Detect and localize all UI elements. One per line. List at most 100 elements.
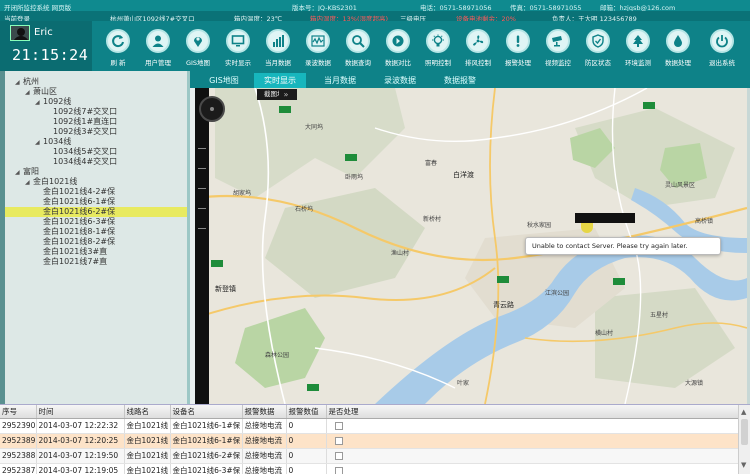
table-row[interactable]: 2952388 2014-03-07 12:19:50 金白1021线 金白10…: [0, 448, 739, 464]
place-label: 江滨公园: [545, 290, 570, 297]
video-monitoring-button[interactable]: 视频监控: [538, 23, 578, 69]
tab-gis-map[interactable]: GIS地图: [198, 73, 250, 88]
user-management-button[interactable]: 用户管理: [138, 23, 178, 69]
tree-item-label: 1092线1#直连口: [53, 117, 118, 126]
tree-item-label: 萧山区: [33, 87, 57, 96]
col-alarm-data[interactable]: 报警数据: [242, 405, 287, 419]
tree-item[interactable]: 金白1021线4-2#保: [5, 187, 187, 197]
ventilation-control-button[interactable]: 排风控制: [458, 23, 498, 69]
col-time[interactable]: 时间: [36, 405, 125, 419]
alarm-table: 序号 时间 线路名 设备名 报警数据 报警数值 是否处理 2952390 201…: [0, 404, 750, 474]
shield-icon: [586, 29, 610, 53]
tree-item[interactable]: 金白1021线6-1#保: [5, 197, 187, 207]
place-label: 石桥坞: [295, 206, 314, 213]
alarm-handling-button[interactable]: 报警处理: [498, 23, 538, 69]
map-pan-control[interactable]: [199, 96, 225, 122]
table-scrollbar[interactable]: ▲ ▼: [738, 405, 750, 474]
place-label: 五星村: [650, 312, 669, 319]
tree-item-label: 金白1021线8-1#保: [43, 227, 116, 236]
tree-item-label: 1034线: [43, 137, 72, 146]
handled-checkbox[interactable]: [334, 437, 343, 445]
table-header: 序号 时间 线路名 设备名 报警数据 报警数值 是否处理: [0, 405, 739, 419]
tree-item[interactable]: ◢ 1034线: [5, 137, 187, 147]
handled-checkbox[interactable]: [334, 452, 343, 460]
data-query-button[interactable]: 数据查询: [338, 23, 378, 69]
tree-item[interactable]: ◢ 金白1021线: [5, 177, 187, 187]
bar-chart-icon: [266, 29, 290, 53]
tree-item-label: 1034线4#交叉口: [53, 157, 118, 166]
data-compare-button[interactable]: 数据对比: [378, 23, 418, 69]
tree-item[interactable]: 1092线7#交叉口: [5, 107, 187, 117]
zone-status-button[interactable]: 防区状态: [578, 23, 618, 69]
table-row[interactable]: 2952390 2014-03-07 12:22:32 金白1021线 金白10…: [0, 418, 739, 434]
table-row[interactable]: 2952387 2014-03-07 12:19:05 金白1021线 金白10…: [0, 463, 739, 474]
tree-item[interactable]: 1092线1#直连口: [5, 117, 187, 127]
col-line[interactable]: 线路名: [124, 405, 171, 419]
place-label: 渔山村: [391, 250, 410, 257]
map-expand-icon[interactable]: »: [279, 89, 293, 100]
camera-icon: [546, 29, 570, 53]
tab-alarms[interactable]: 数据报警: [434, 73, 486, 88]
tree-item[interactable]: ◢ 萧山区: [5, 87, 187, 97]
tree-item[interactable]: 金白1021线6-3#保: [5, 217, 187, 227]
tree-item[interactable]: ◢ 富阳: [5, 167, 187, 177]
device-tree[interactable]: ◢ 杭州 ◢ 萧山区 ◢ 1092线 1092线7#交叉口 1092线1#直连口 1092线3#…: [0, 71, 190, 404]
tree-item-label: 金白1021线4-2#保: [43, 187, 116, 196]
tree-item[interactable]: 金白1021线6-2#保: [5, 207, 187, 217]
environment-monitoring-button[interactable]: 环境监测: [618, 23, 658, 69]
tree-item-label: 富阳: [23, 167, 39, 176]
monthly-data-button[interactable]: 当月数据: [258, 23, 298, 69]
tree-item-label: 杭州: [23, 77, 39, 86]
username: Eric: [34, 27, 53, 38]
tree-item[interactable]: 金白1021线8-2#保: [5, 237, 187, 247]
data-processing-button[interactable]: 数据处理: [658, 23, 698, 69]
tree-item-label: 1092线: [43, 97, 72, 106]
tree-rows: ◢ 杭州 ◢ 萧山区 ◢ 1092线 1092线7#交叉口 1092线1#直连口 1092线3#…: [5, 77, 187, 267]
refresh-icon: [106, 29, 130, 53]
tree-item[interactable]: 1092线3#交叉口: [5, 127, 187, 137]
map-view[interactable]: 截图地图 » 白洋渡 青云路 大同坞 石桥坞 卧雨坞 胡家坞 新桥村 渔山村 秋…: [195, 88, 747, 404]
device-marker[interactable]: [575, 213, 635, 233]
tree-item-label: 金白1021线3#直: [43, 247, 108, 256]
tree-item-label: 金白1021线8-2#保: [43, 237, 116, 246]
lighting-control-button[interactable]: 照明控制: [418, 23, 458, 69]
col-id[interactable]: 序号: [0, 405, 37, 419]
place-label: 白洋渡: [453, 171, 474, 179]
clock: 21:15:24: [12, 46, 89, 64]
place-label: 秋水家园: [527, 222, 552, 229]
droplet-icon: [666, 29, 690, 53]
waveform-data-button[interactable]: 录波数据: [298, 23, 338, 69]
main-toolbar: 刷 新 用户管理 GIS地图 实时显示 当月数据 录波数据 数据查询 数据对比 …: [92, 21, 750, 71]
tree-item-label: 1034线5#交叉口: [53, 147, 118, 156]
table-row[interactable]: 2952389 2014-03-07 12:20:25 金白1021线 金白10…: [0, 433, 739, 449]
waveform-icon: [306, 29, 330, 53]
scroll-up-icon[interactable]: ▲: [741, 408, 746, 416]
tree-item[interactable]: ◢ 1092线: [5, 97, 187, 107]
tree-item[interactable]: ◢ 杭州: [5, 77, 187, 87]
col-device[interactable]: 设备名: [170, 405, 243, 419]
user-icon: [146, 29, 170, 53]
tree-item[interactable]: 金白1021线3#直: [5, 247, 187, 257]
tree-item[interactable]: 金白1021线7#直: [5, 257, 187, 267]
realtime-display-button[interactable]: 实时显示: [218, 23, 258, 69]
place-label: 卧雨坞: [345, 174, 364, 181]
tab-monthly[interactable]: 当月数据: [314, 73, 366, 88]
tree-item[interactable]: 1034线4#交叉口: [5, 157, 187, 167]
refresh-button[interactable]: 刷 新: [98, 23, 138, 69]
col-alarm-value[interactable]: 报警数值: [286, 405, 327, 419]
col-handled[interactable]: 是否处理: [326, 405, 739, 419]
compare-icon: [386, 29, 410, 53]
tree-item[interactable]: 1034线5#交叉口: [5, 147, 187, 157]
gis-map-button[interactable]: GIS地图: [178, 23, 218, 69]
tree-item[interactable]: 金白1021线8-1#保: [5, 227, 187, 237]
scroll-down-icon[interactable]: ▼: [741, 461, 746, 469]
place-label: 灵山风景区: [665, 182, 696, 189]
exit-button[interactable]: 退出系统: [702, 23, 742, 69]
scroll-thumb[interactable]: [741, 419, 748, 445]
tab-waveform[interactable]: 录波数据: [374, 73, 426, 88]
tab-realtime[interactable]: 实时显示: [254, 73, 306, 88]
place-label: 高桥镇: [695, 218, 714, 225]
handled-checkbox[interactable]: [334, 422, 343, 430]
lightbulb-icon: [426, 29, 450, 53]
handled-checkbox[interactable]: [334, 467, 343, 474]
